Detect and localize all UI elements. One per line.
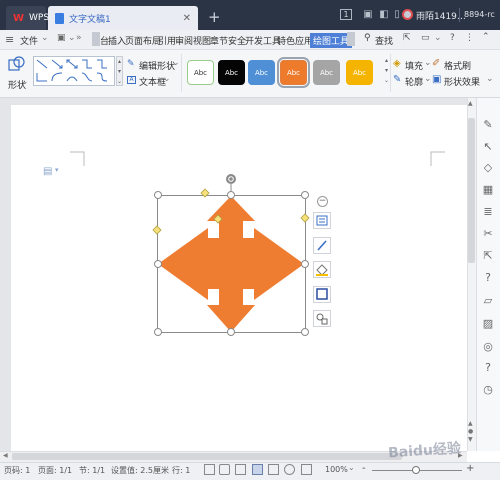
scroll-up-icon[interactable]: ▲ [468, 100, 473, 107]
page-view-icon[interactable] [252, 464, 263, 475]
question-icon[interactable]: ? [481, 361, 495, 375]
collapse-tools-icon[interactable]: − [317, 196, 328, 207]
select-icon[interactable]: ↖ [481, 140, 495, 154]
edit-outline-button[interactable] [313, 237, 331, 254]
shapes-icon[interactable]: ◇ [481, 161, 495, 175]
fill-bucket-icon [316, 264, 328, 276]
settings-sliders-icon[interactable]: ≣ [481, 205, 495, 219]
read-mode-icon[interactable] [219, 464, 230, 475]
page-nav-icons[interactable]: ▲ ● ▼ [468, 420, 473, 444]
table-icon[interactable]: ▦ [481, 183, 495, 197]
shapes-icon [316, 313, 328, 325]
four-way-arrow-shape [158, 196, 304, 332]
zoom-out-button[interactable]: - [362, 463, 366, 474]
user-id: 8894-rc [464, 10, 495, 19]
fullscreen-icon[interactable] [204, 464, 215, 475]
status-page-number[interactable]: 页码: 1 [4, 465, 30, 476]
zoom-slider-thumb[interactable] [412, 466, 420, 474]
chevron-down-icon[interactable]: ⌄ [348, 463, 355, 472]
cube-icon[interactable]: ▱ [481, 294, 495, 308]
pen-icon [317, 240, 327, 251]
web-view-icon[interactable] [284, 464, 295, 475]
pen-tool-icon[interactable]: ✎ [481, 118, 495, 132]
collapse-ribbon-icon[interactable]: ⌃ [482, 32, 490, 42]
shape-frame-button[interactable] [313, 286, 331, 303]
history-icon[interactable]: ◷ [481, 383, 495, 397]
layout-options-button[interactable] [313, 212, 331, 229]
status-page-count[interactable]: 页面: 1/1 [38, 465, 72, 476]
compass-icon[interactable]: ◎ [481, 340, 495, 354]
chevron-down-icon[interactable]: ⌄ [486, 74, 494, 84]
status-bar [0, 462, 500, 480]
status-section[interactable]: 节: 1/1 [79, 465, 105, 476]
help-circle-icon[interactable]: ? [481, 271, 495, 285]
outline-view-icon[interactable] [268, 464, 279, 475]
zoom-level[interactable]: 100% [325, 465, 348, 474]
edit-mode-icon[interactable] [235, 464, 246, 475]
scissors-icon[interactable]: ✂ [481, 227, 495, 241]
paragraph-anchor-icon[interactable]: ▤ [43, 166, 52, 177]
frame-icon [316, 288, 328, 300]
zoom-in-button[interactable]: + [466, 463, 474, 474]
layout-options-icon [316, 215, 328, 226]
fill-color-button[interactable] [313, 261, 331, 278]
status-row[interactable]: 行: 1 [172, 465, 190, 476]
chevron-down-icon[interactable]: ▾ [55, 166, 59, 174]
selected-shape[interactable] [150, 170, 315, 340]
horizontal-scroll-thumb[interactable] [12, 453, 402, 460]
image-icon[interactable]: ▨ [481, 317, 495, 331]
eye-protection-icon[interactable] [301, 464, 312, 475]
shape-insert-button[interactable] [313, 310, 331, 327]
status-setting-value[interactable]: 设置值: 2.5厘米 [111, 465, 169, 476]
scroll-left-icon[interactable]: ◀ [3, 452, 8, 459]
rotate-handle-icon [226, 174, 236, 184]
share-out-icon[interactable]: ⇱ [481, 249, 495, 263]
scroll-thumb[interactable] [468, 118, 475, 263]
